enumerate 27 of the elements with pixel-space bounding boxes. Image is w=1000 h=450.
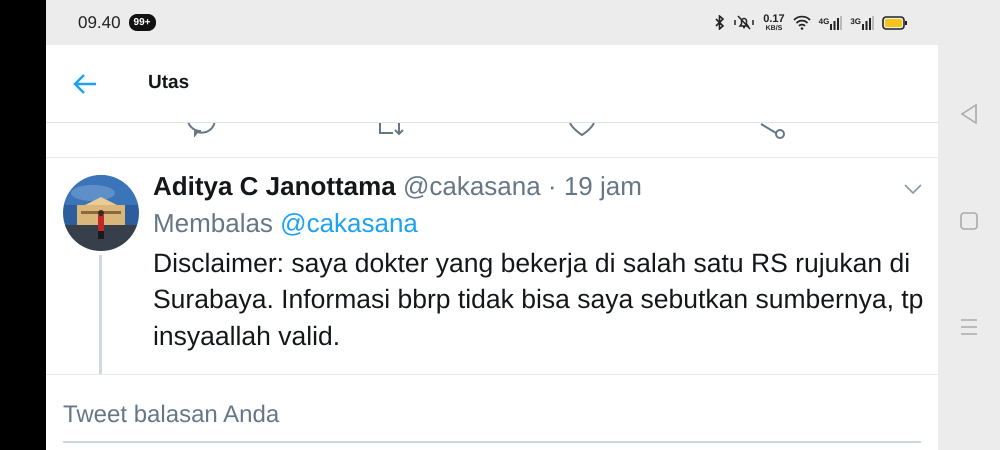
menu-nav-icon[interactable] bbox=[960, 318, 978, 336]
tweet-text: Disclaimer: saya dokter yang bekerja di salah satu RS rujukan di Surabaya. Informasi bbrp tidak bisa saya sebutkan sumbernya, tp insyaallah valid. bbox=[153, 246, 924, 353]
battery-icon bbox=[882, 16, 908, 30]
back-icon[interactable] bbox=[73, 72, 97, 94]
separator: · bbox=[548, 171, 557, 201]
mute-icon bbox=[733, 15, 756, 30]
page-title: Utas bbox=[148, 71, 190, 96]
like-icon[interactable] bbox=[567, 123, 598, 137]
wifi-icon bbox=[792, 15, 811, 30]
bluetooth-icon bbox=[715, 15, 726, 30]
notification-badge: 99+ bbox=[128, 14, 156, 31]
back-nav-icon[interactable] bbox=[960, 104, 978, 124]
chevron-icon[interactable] bbox=[904, 184, 922, 194]
author-name[interactable]: Aditya C Janottama bbox=[153, 171, 396, 201]
status-time: 09.40 bbox=[78, 12, 121, 34]
reply-icon[interactable] bbox=[186, 123, 216, 137]
author-handle[interactable]: @cakasana bbox=[402, 171, 541, 201]
network-speed: 0.17 bbox=[763, 14, 785, 24]
signal-icon bbox=[830, 16, 842, 30]
mention-link[interactable]: @cakasana bbox=[280, 208, 418, 238]
network-type: 4G bbox=[818, 16, 830, 28]
share-icon[interactable] bbox=[758, 123, 788, 139]
network-type: 3G bbox=[850, 16, 861, 28]
home-nav-icon[interactable] bbox=[960, 212, 978, 230]
replying-label: Membalas bbox=[153, 208, 273, 238]
signal-icon bbox=[862, 16, 874, 30]
tweet-time: 19 jam bbox=[564, 171, 642, 201]
